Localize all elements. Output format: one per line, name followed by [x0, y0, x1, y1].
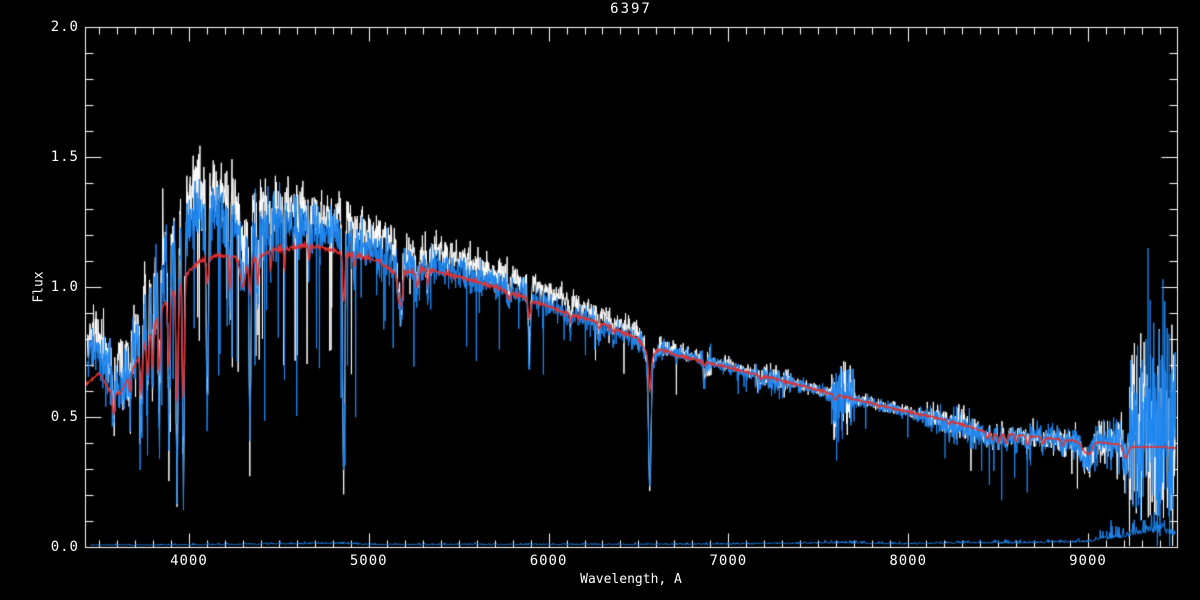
y-tick-label: 0.0 — [35, 539, 79, 555]
y-tick-label: 2.0 — [35, 19, 79, 35]
x-tick-label: 4000 — [154, 553, 224, 569]
x-tick-label: 5000 — [334, 553, 404, 569]
y-tick-label: 0.5 — [35, 409, 79, 425]
x-tick-label: 7000 — [693, 553, 763, 569]
x-axis-label: Wavelength, A — [85, 572, 1177, 587]
spectrum-plot-canvas — [0, 0, 1200, 600]
chart-title: 6397 — [85, 1, 1177, 17]
spectrum-figure: 6397 Wavelength, A Flux 0.00.51.01.52.0 … — [0, 0, 1200, 600]
x-tick-label: 8000 — [873, 553, 943, 569]
y-tick-label: 1.5 — [35, 149, 79, 165]
x-tick-label: 9000 — [1053, 553, 1123, 569]
x-tick-label: 6000 — [514, 553, 584, 569]
y-tick-label: 1.0 — [35, 279, 79, 295]
